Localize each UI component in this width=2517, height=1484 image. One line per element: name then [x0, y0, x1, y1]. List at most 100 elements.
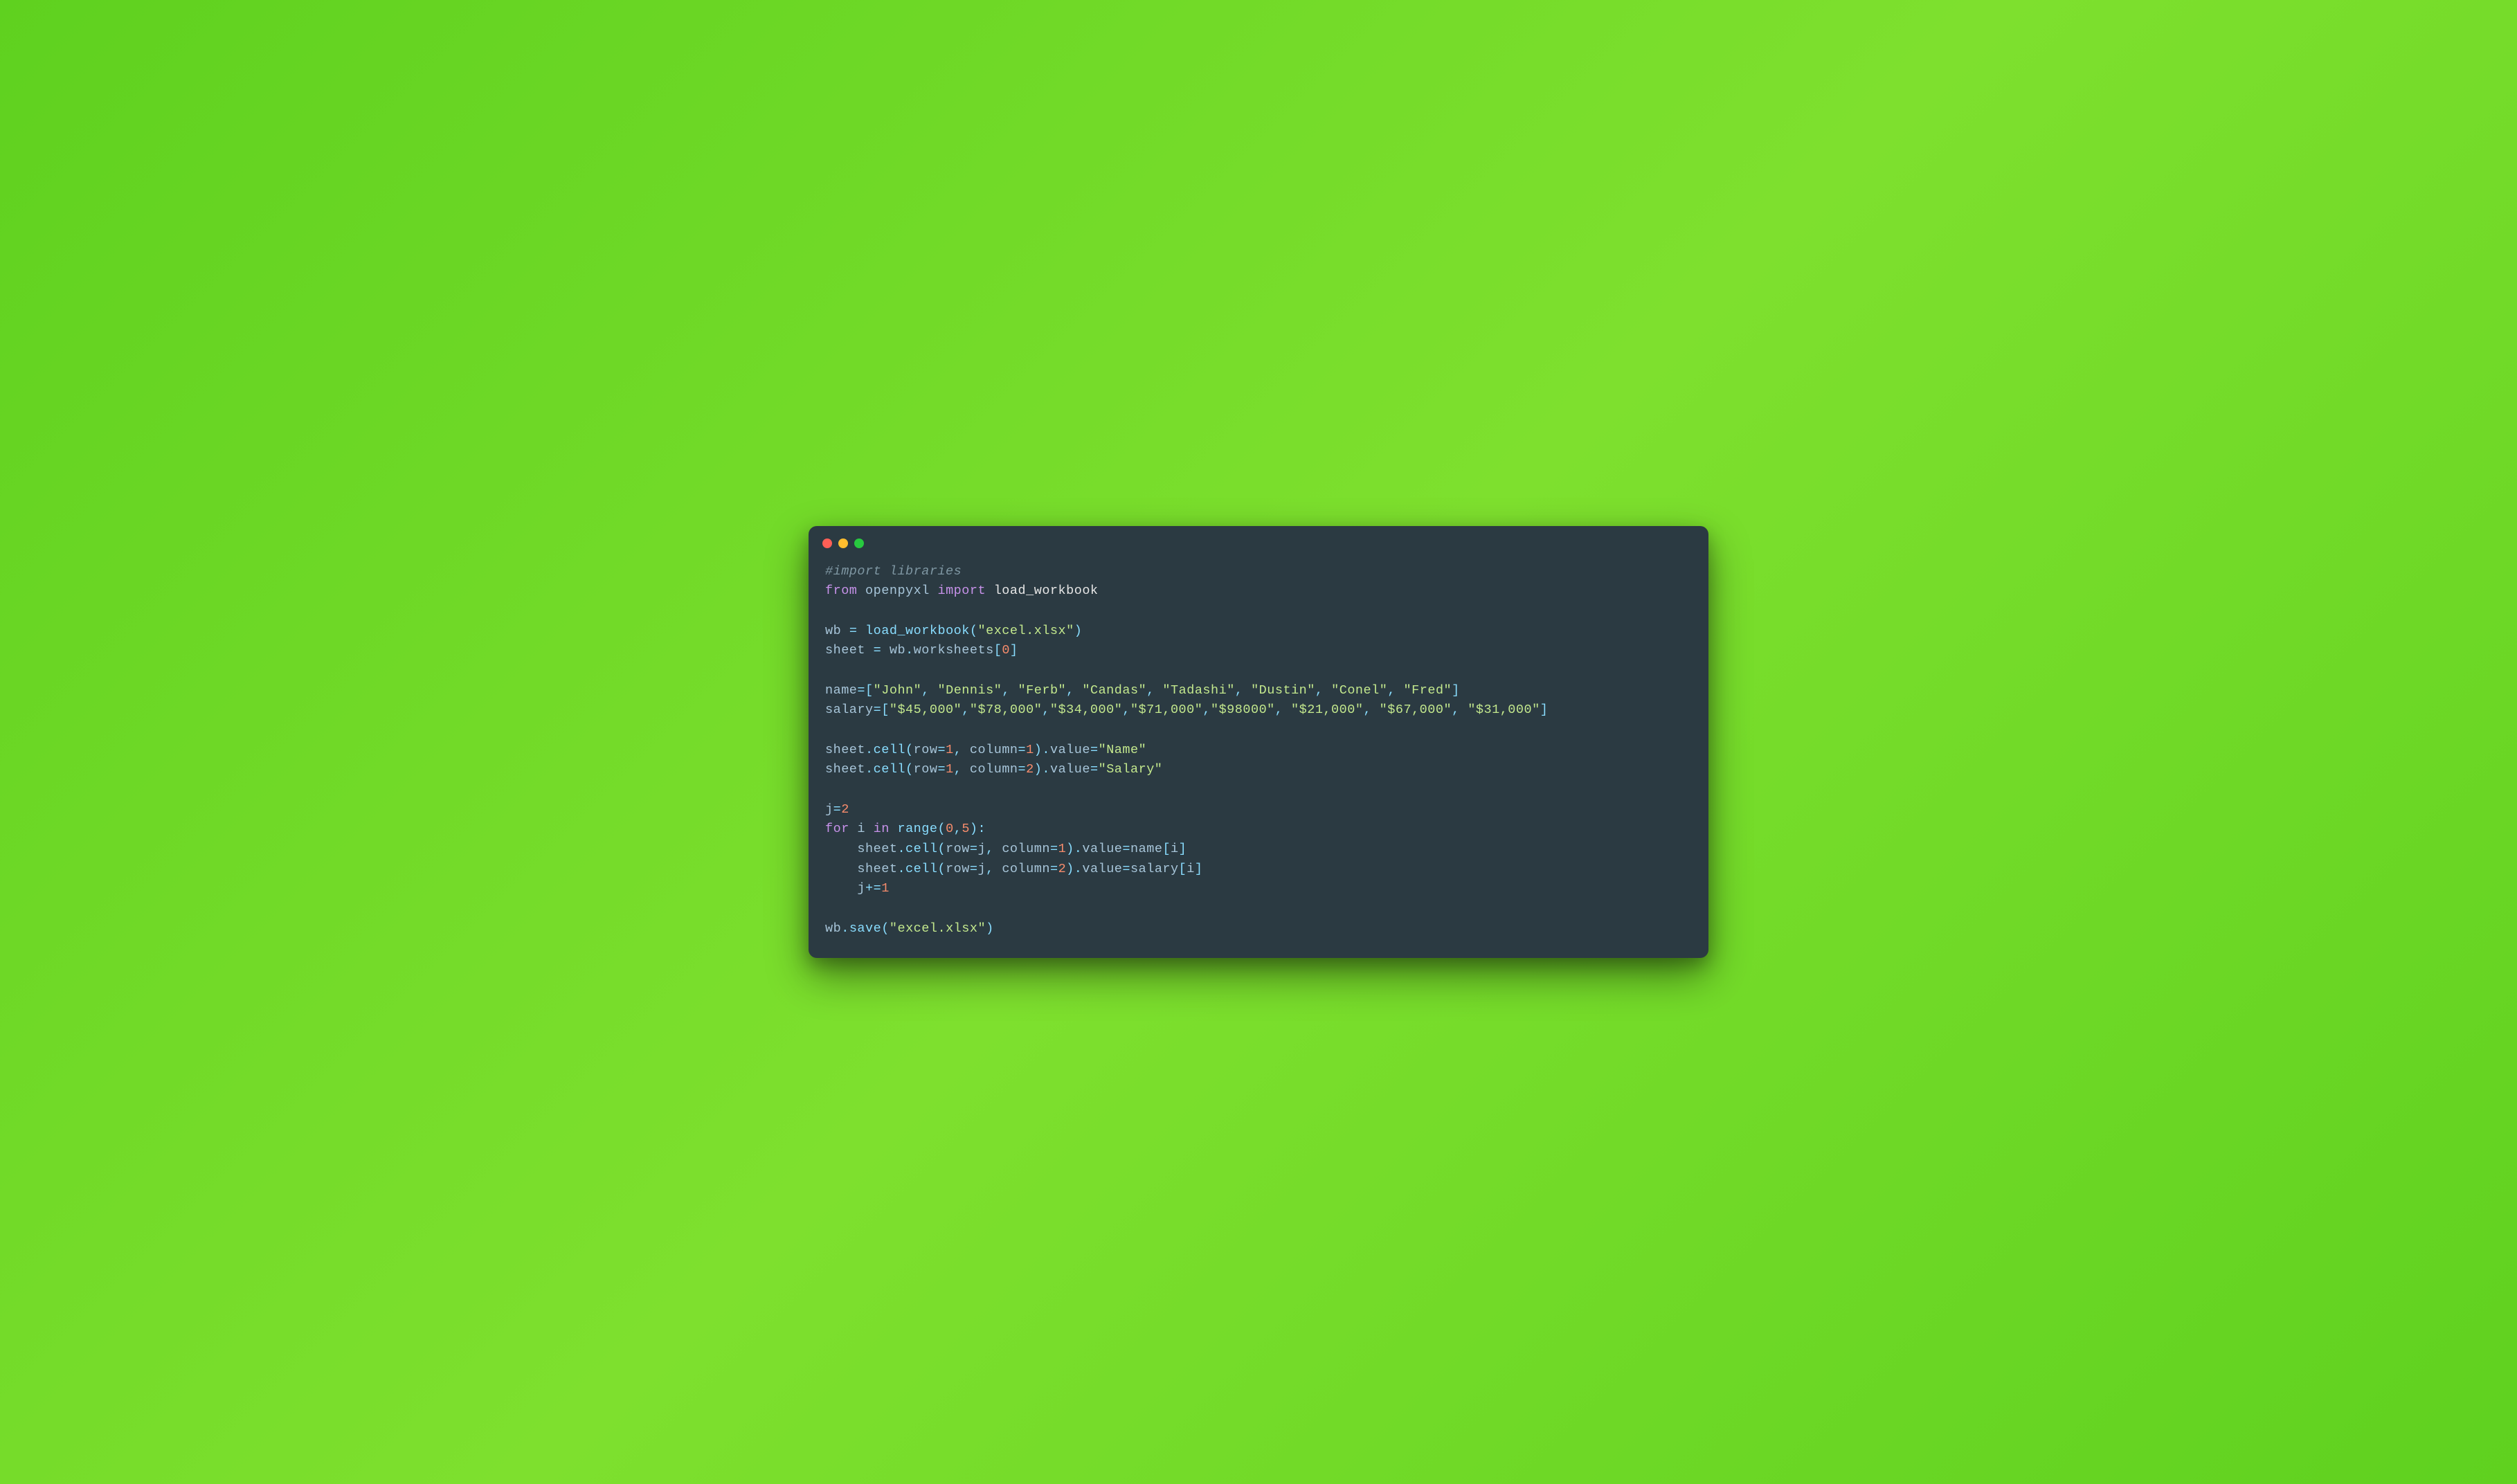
- code-attr: value: [1050, 762, 1090, 777]
- code-comma: ,: [1387, 683, 1403, 698]
- code-call-range: range: [897, 822, 937, 836]
- code-eq: =: [1122, 862, 1130, 876]
- code-var: sheet: [825, 762, 865, 777]
- code-paren: (: [905, 762, 914, 777]
- code-bracket: [: [994, 643, 1002, 658]
- code-paren: ):: [970, 822, 986, 836]
- code-comma: ,: [962, 703, 970, 717]
- code-call: cell: [874, 762, 905, 777]
- code-string: "$21,000": [1291, 703, 1363, 717]
- code-number: 2: [1026, 762, 1034, 777]
- code-comma: ,: [1066, 683, 1082, 698]
- code-eq: =: [1050, 842, 1058, 856]
- code-string: "Ferb": [1018, 683, 1067, 698]
- code-comma: ,: [1363, 703, 1379, 717]
- code-call-save: save: [849, 921, 881, 936]
- code-eq: =: [1090, 743, 1099, 757]
- code-bracket: [: [1162, 842, 1171, 856]
- code-call: load_workbook: [865, 624, 970, 638]
- code-paren: ).: [1034, 743, 1050, 757]
- code-kwarg: column: [1002, 842, 1050, 856]
- code-call: cell: [905, 862, 937, 876]
- code-editor: #import libraries from openpyxl import l…: [809, 554, 1708, 959]
- code-var-j: j: [857, 881, 865, 896]
- code-string: "$71,000": [1130, 703, 1202, 717]
- code-string: "Candas": [1082, 683, 1146, 698]
- code-window: #import libraries from openpyxl import l…: [809, 526, 1708, 959]
- code-string: "Conel": [1331, 683, 1387, 698]
- code-string: "$45,000": [890, 703, 962, 717]
- code-var-sheet: sheet: [825, 643, 865, 658]
- code-dot: .: [865, 743, 874, 757]
- code-comma: ,: [1002, 683, 1018, 698]
- code-paren: (: [970, 624, 978, 638]
- code-attr: worksheets: [914, 643, 994, 658]
- code-name: load_workbook: [994, 583, 1099, 598]
- maximize-icon[interactable]: [854, 539, 864, 548]
- code-var: sheet: [825, 743, 865, 757]
- code-dot: .: [905, 643, 914, 658]
- code-bracket: [: [1179, 862, 1187, 876]
- code-dot: .: [897, 842, 905, 856]
- code-paren: (: [905, 743, 914, 757]
- code-var: j: [978, 862, 986, 876]
- code-bracket: ]: [1010, 643, 1018, 658]
- close-icon[interactable]: [822, 539, 832, 548]
- code-dot: .: [897, 862, 905, 876]
- code-comma: ,: [1202, 703, 1211, 717]
- code-eq: =: [1090, 762, 1099, 777]
- code-attr: value: [1082, 862, 1122, 876]
- code-paren: ).: [1066, 842, 1082, 856]
- code-dot: .: [841, 921, 849, 936]
- code-number: 2: [841, 802, 849, 817]
- code-string: "Dustin": [1251, 683, 1315, 698]
- code-comma: ,: [921, 683, 937, 698]
- code-comma: ,: [1042, 703, 1050, 717]
- code-eq: =: [1018, 762, 1027, 777]
- code-paren: ).: [1034, 762, 1050, 777]
- code-number: 1: [881, 881, 890, 896]
- code-var-wb: wb: [825, 624, 841, 638]
- code-keyword-in: in: [874, 822, 890, 836]
- code-comma: ,: [1452, 703, 1468, 717]
- code-call: cell: [874, 743, 905, 757]
- code-bracket: ]: [1195, 862, 1203, 876]
- code-eq: =: [1018, 743, 1027, 757]
- code-paren: (: [881, 921, 890, 936]
- code-var: salary: [1130, 862, 1179, 876]
- code-string: "Name": [1099, 743, 1147, 757]
- code-comma: ,: [954, 822, 962, 836]
- code-var: j: [978, 842, 986, 856]
- code-bracket: [: [865, 683, 874, 698]
- code-string: "$31,000": [1468, 703, 1540, 717]
- code-eq: =: [970, 842, 978, 856]
- code-kwarg: row: [914, 743, 938, 757]
- minimize-icon[interactable]: [838, 539, 848, 548]
- code-keyword-for: for: [825, 822, 849, 836]
- code-number: 1: [1026, 743, 1034, 757]
- code-kwarg: row: [946, 862, 970, 876]
- code-bracket: ]: [1452, 683, 1460, 698]
- code-kwarg: column: [970, 743, 1018, 757]
- code-var-name: name: [825, 683, 857, 698]
- code-var-j: j: [825, 802, 833, 817]
- code-keyword-import: import: [937, 583, 986, 598]
- code-eq: =: [857, 683, 865, 698]
- code-paren: ): [1074, 624, 1083, 638]
- code-kwarg: column: [970, 762, 1018, 777]
- code-number: 0: [946, 822, 954, 836]
- code-var-wb: wb: [890, 643, 905, 658]
- code-bracket: ]: [1179, 842, 1187, 856]
- code-string: "excel.xlsx": [890, 921, 986, 936]
- code-dot: .: [865, 762, 874, 777]
- code-kwarg: column: [1002, 862, 1050, 876]
- code-paren: ): [986, 921, 994, 936]
- code-op: +=: [865, 881, 881, 896]
- code-attr: value: [1050, 743, 1090, 757]
- code-string: "excel.xlsx": [977, 624, 1074, 638]
- code-comma: ,: [986, 862, 1002, 876]
- code-number: 5: [962, 822, 970, 836]
- code-paren: (: [937, 822, 946, 836]
- code-string: "John": [874, 683, 922, 698]
- code-paren: (: [937, 842, 946, 856]
